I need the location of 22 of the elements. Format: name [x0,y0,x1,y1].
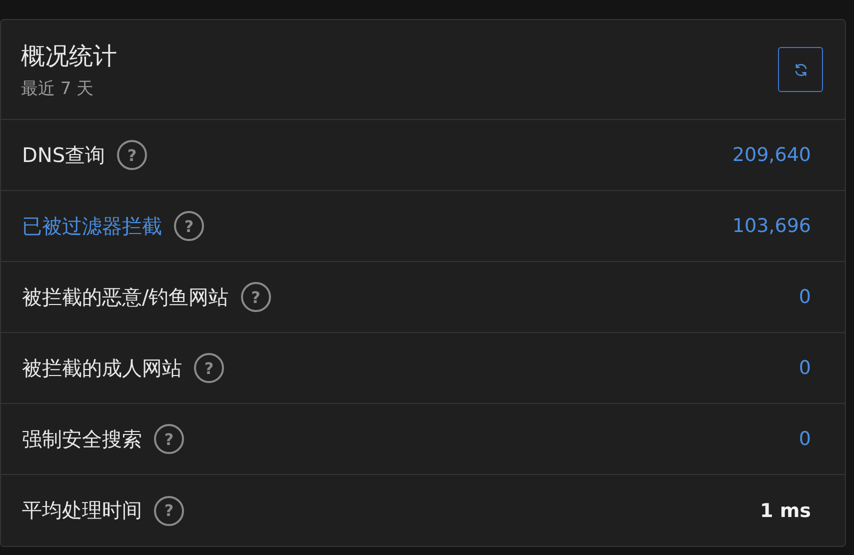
card-subtitle: 最近 7 天 [21,78,95,100]
stat-value: 1 ms [760,500,811,522]
card-title: 概况统计 [21,40,117,72]
help-icon[interactable]: ? [117,140,148,170]
stat-link[interactable]: 已被过滤器拦截 [22,212,162,240]
stat-value: 0 [798,357,811,379]
help-icon[interactable]: ? [154,424,184,454]
stat-label: 被拦截的恶意/钓鱼网站 [22,284,229,310]
refresh-button[interactable] [778,47,823,92]
help-icon[interactable]: ? [194,353,224,383]
refresh-icon [792,62,808,78]
stat-label: DNS查询 [22,142,106,168]
help-icon[interactable]: ? [174,211,204,241]
stat-label: 平均处理时间 [22,497,142,524]
stat-value: 0 [798,428,811,450]
stat-label: 强制安全搜索 [22,426,142,452]
help-icon[interactable]: ? [240,282,271,312]
stat-value: 103,696 [732,215,811,237]
help-icon[interactable]: ? [154,496,184,526]
stat-value: 209,640 [732,144,811,166]
stat-label: 被拦截的成人网站 [22,354,182,382]
stat-value: 0 [798,286,811,308]
